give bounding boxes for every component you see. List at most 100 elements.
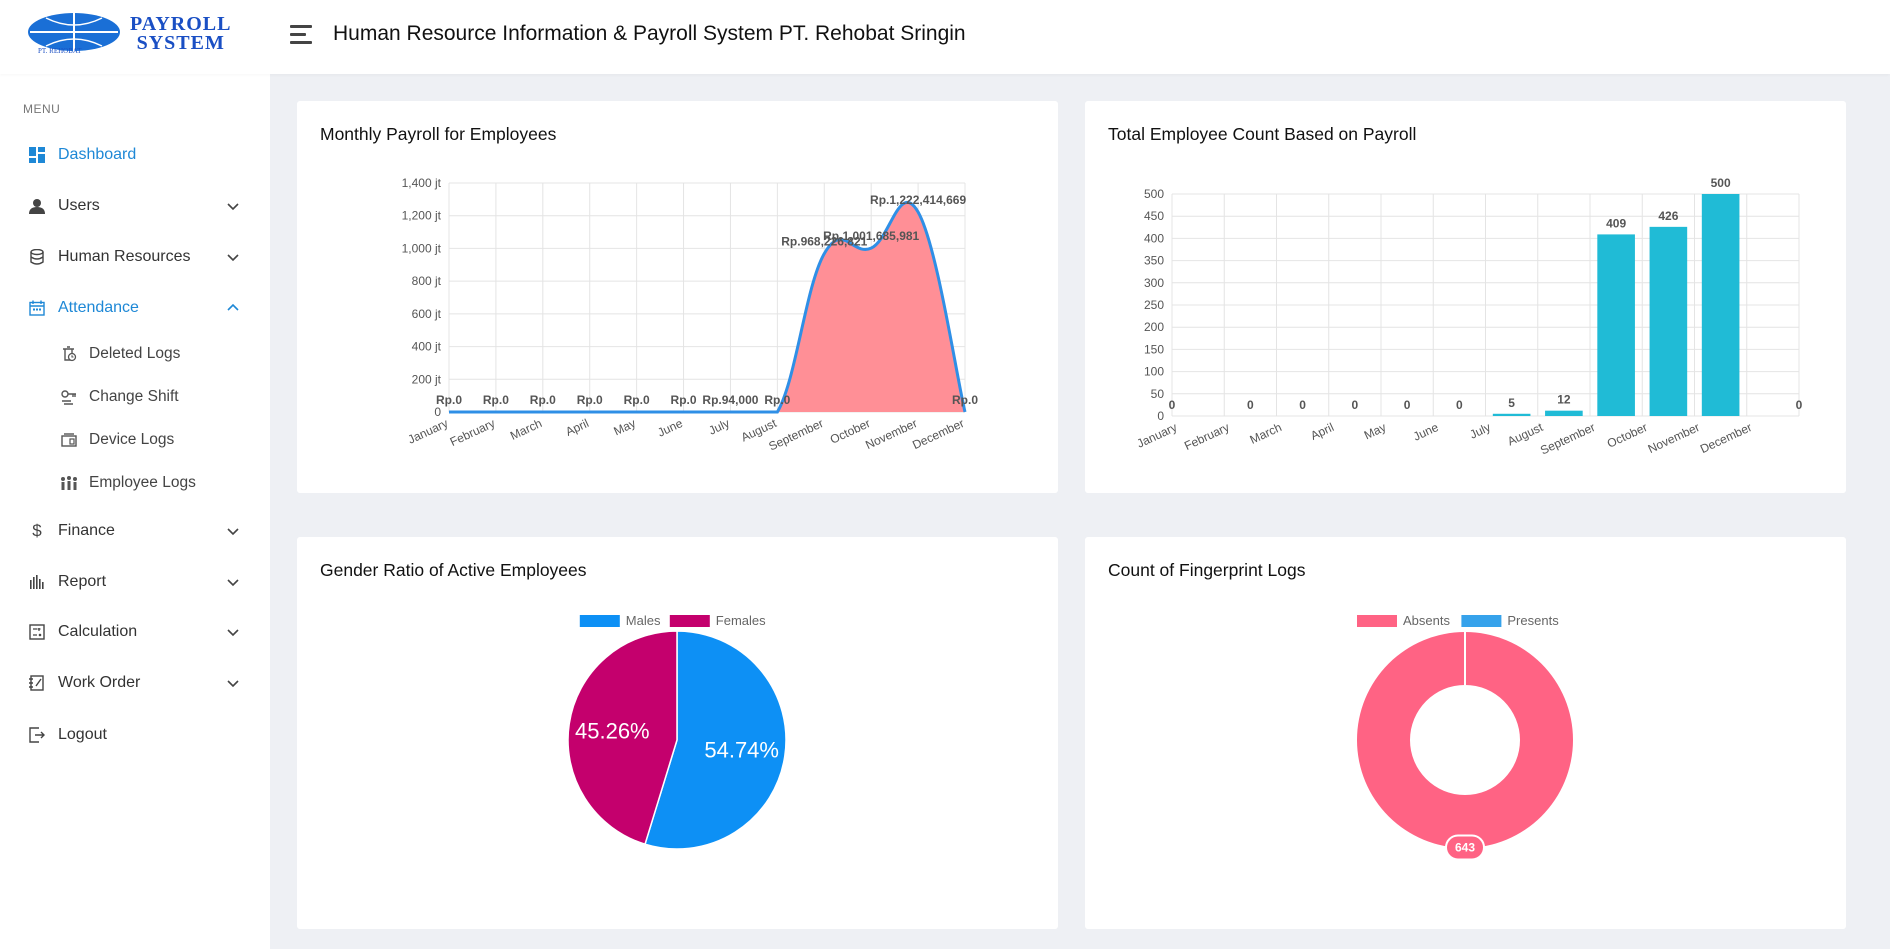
notebook-icon <box>28 674 46 692</box>
bar <box>1649 226 1688 416</box>
gender-ratio-card: Gender Ratio of Active Employees Males Fe… <box>297 537 1058 929</box>
data-label: Rp.0 <box>671 393 697 407</box>
y-tick-label: 50 <box>1151 387 1165 401</box>
chevron-down-icon <box>227 680 239 688</box>
legend-swatch <box>669 615 710 627</box>
sidebar-subitem-label: Change Shift <box>89 388 179 405</box>
legend-swatch <box>1461 615 1502 627</box>
y-tick-label: 350 <box>1144 254 1164 268</box>
data-label: Rp.1,222,414,669 <box>870 193 966 207</box>
data-label: 0 <box>1299 398 1306 412</box>
data-label: Rp.0 <box>952 393 978 407</box>
data-label: 0 <box>1404 398 1411 412</box>
doughnut-value-label: 643 <box>1455 841 1475 855</box>
y-tick-label: 500 <box>1144 187 1164 201</box>
sidebar-item-logout[interactable]: Logout <box>0 715 270 755</box>
x-tick-label: December <box>1698 420 1754 456</box>
people-icon <box>60 474 78 492</box>
sidebar-item-calculation[interactable]: Calculation <box>0 612 270 652</box>
key-icon <box>60 388 78 406</box>
sidebar-item-work-order[interactable]: Work Order <box>0 663 270 703</box>
bar <box>1492 413 1531 416</box>
bar <box>1597 234 1635 416</box>
sidebar-subitem-change-shift[interactable]: Change Shift <box>0 380 270 414</box>
data-label: 5 <box>1508 396 1515 410</box>
y-tick-label: 600 jt <box>412 307 442 321</box>
x-tick-label: March <box>508 416 544 443</box>
sidebar-item-finance[interactable]: $ Finance <box>0 511 270 551</box>
y-tick-label: 250 <box>1144 298 1164 312</box>
legend-swatch <box>1357 615 1397 627</box>
data-label: 0 <box>1456 398 1463 412</box>
data-label: 500 <box>1711 176 1731 190</box>
device-icon <box>60 431 78 449</box>
sidebar-item-attendance[interactable]: Attendance <box>0 288 270 328</box>
x-tick-label: January <box>1135 420 1180 451</box>
menu-label: MENU <box>23 102 61 116</box>
sidebar-item-report[interactable]: Report <box>0 562 270 602</box>
x-tick-label: February <box>448 416 497 449</box>
x-tick-label: November <box>1646 420 1702 456</box>
sidebar-subitem-employee-logs[interactable]: Employee Logs <box>0 466 270 500</box>
x-tick-label: September <box>1538 420 1597 457</box>
gender-ratio-chart: Males Females 54.74% 45.26% <box>567 613 787 850</box>
y-tick-label: 400 <box>1144 231 1164 245</box>
hamburger-menu-icon[interactable] <box>290 25 314 47</box>
pie-percent-label: 54.74% <box>704 738 779 763</box>
sidebar-subitem-label: Deleted Logs <box>89 345 181 362</box>
x-tick-label: July <box>706 416 731 438</box>
chevron-down-icon <box>227 203 239 211</box>
y-tick-label: 450 <box>1144 209 1164 223</box>
data-label: Rp.0 <box>436 393 462 407</box>
user-icon <box>28 197 46 215</box>
y-tick-label: 1,000 jt <box>402 241 442 255</box>
legend-label: Females <box>716 613 766 628</box>
x-tick-label: June <box>1411 420 1441 444</box>
fingerprint-logs-card: Count of Fingerprint Logs Absents Present… <box>1085 537 1846 929</box>
calendar-icon <box>28 299 46 317</box>
logo-text: PAYROLL SYSTEM <box>130 14 231 54</box>
data-label: 12 <box>1557 393 1571 407</box>
sidebar-item-users[interactable]: Users <box>0 186 270 226</box>
x-tick-label: December <box>910 416 966 452</box>
x-tick-label: March <box>1248 420 1284 447</box>
y-tick-label: 400 jt <box>412 340 442 354</box>
x-tick-label: June <box>655 416 685 440</box>
data-label: 426 <box>1658 209 1678 223</box>
data-label: 0 <box>1352 398 1359 412</box>
y-tick-label: 1,200 jt <box>402 209 442 223</box>
sidebar: MENU Dashboard Users Human Resources Att… <box>0 74 270 949</box>
sidebar-subitem-deleted-logs[interactable]: Deleted Logs <box>0 337 270 371</box>
monthly-payroll-card: Monthly Payroll for Employees 0 200 jt 400… <box>297 101 1058 493</box>
bar-chart-icon <box>28 573 46 591</box>
bar <box>1545 410 1583 416</box>
legend-label: Males <box>626 613 661 628</box>
x-tick-label: May <box>1362 420 1388 442</box>
sidebar-subitem-label: Employee Logs <box>89 474 196 491</box>
sidebar-item-human-resources[interactable]: Human Resources <box>0 237 270 277</box>
monthly-payroll-chart: 0200 jt400 jt600 jt800 jt1,000 jt1,200 j… <box>402 176 979 454</box>
dollar-icon: $ <box>32 521 42 540</box>
sidebar-item-label: Logout <box>58 726 107 743</box>
data-label: Rp.94,000 <box>702 393 758 407</box>
y-tick-label: 150 <box>1144 342 1164 356</box>
x-tick-label: January <box>406 416 451 447</box>
data-label: Rp.0 <box>764 393 790 407</box>
sidebar-subitem-label: Device Logs <box>89 431 175 448</box>
payroll-system-logo[interactable]: PT. REHOBAT PAYROLL SYSTEM <box>0 0 270 74</box>
logo-line-2: SYSTEM <box>136 32 225 54</box>
top-header: PT. REHOBAT PAYROLL SYSTEM Human Resourc… <box>0 0 1890 74</box>
data-label: Rp.0 <box>624 393 650 407</box>
sidebar-item-dashboard[interactable]: Dashboard <box>0 135 270 175</box>
x-tick-label: October <box>1605 420 1650 451</box>
sidebar-item-label: Work Order <box>58 674 141 691</box>
sidebar-subitem-device-logs[interactable]: Device Logs <box>0 423 270 457</box>
logout-icon <box>28 726 46 744</box>
logo-emblem-icon: PT. REHOBAT <box>28 13 120 55</box>
data-label: Rp.0 <box>577 393 603 407</box>
sidebar-item-label: Calculation <box>58 623 138 640</box>
x-tick-label: July <box>1468 420 1493 442</box>
legend-swatch <box>579 615 620 627</box>
deleted-logs-icon <box>60 345 78 363</box>
y-tick-label: 200 <box>1144 320 1164 334</box>
